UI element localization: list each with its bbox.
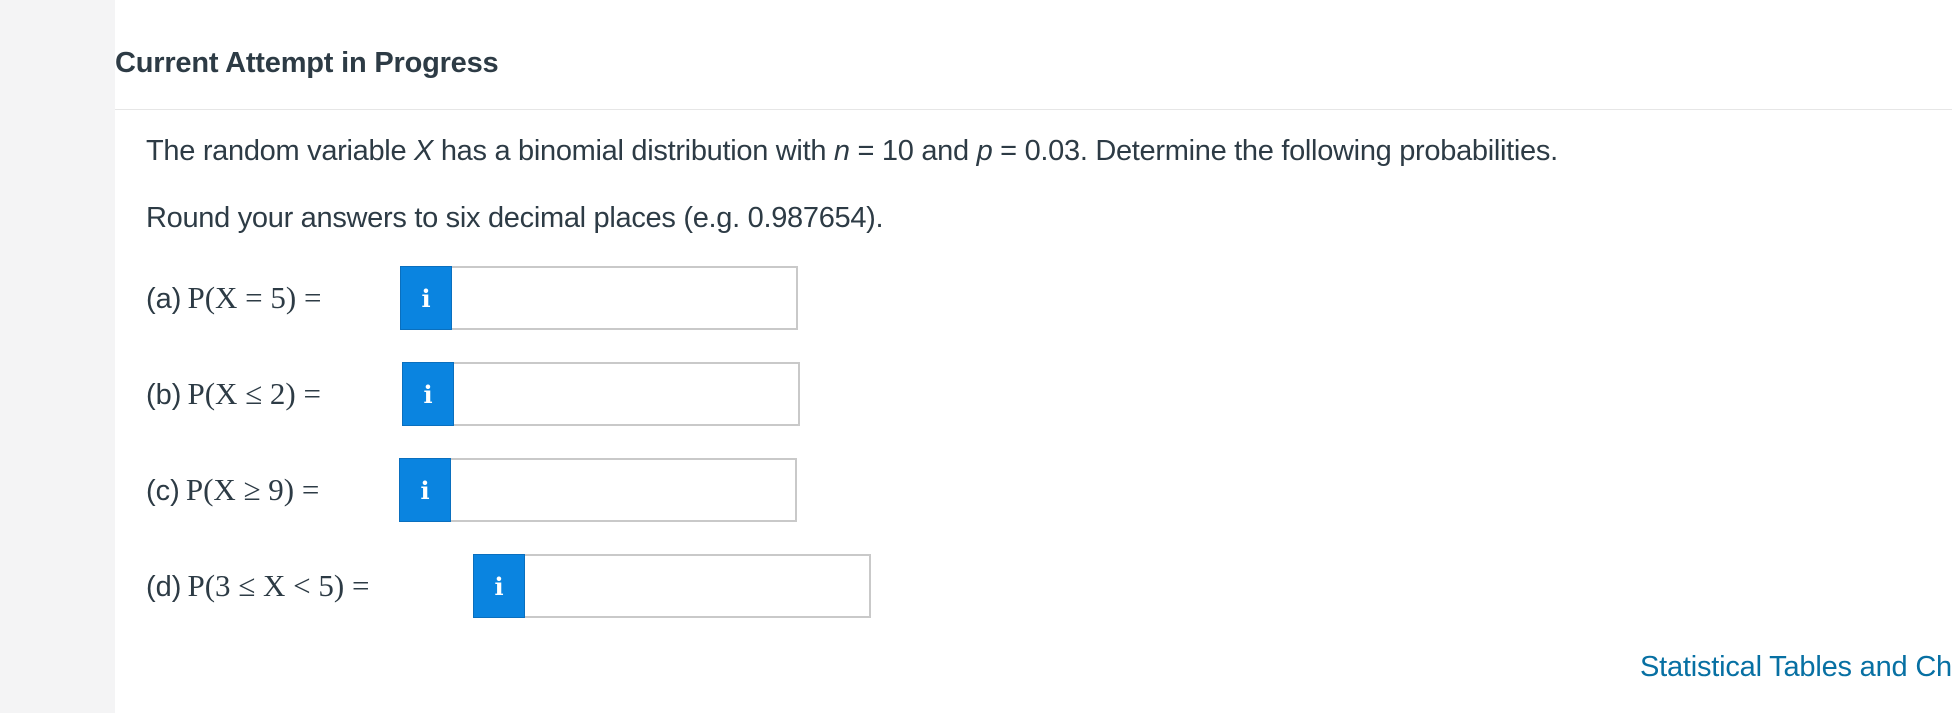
left-gutter (0, 0, 115, 713)
variable-n: n (833, 135, 850, 167)
part-b-label: (b) P(X ≤ 2) = (146, 376, 321, 412)
question-text-part4: = 0.03. Determine the following probabil… (992, 135, 1558, 167)
rounding-instruction: Round your answers to six decimal places… (146, 202, 884, 234)
part-d-row: (d) P(3 ≤ X < 5) = i (146, 554, 876, 620)
part-c-info-button[interactable]: i (399, 458, 451, 522)
page-title: Current Attempt in Progress (115, 47, 499, 79)
part-c-row: (c) P(X ≥ 9) = i (146, 458, 806, 524)
part-a-letter: (a) (146, 283, 182, 315)
question-text-part1: The random variable (146, 135, 415, 167)
part-a-row: (a) P(X = 5) = i (146, 266, 798, 332)
info-icon: i (423, 379, 433, 409)
part-a-expression: P(X = 5) = (187, 280, 322, 315)
question-text: The random variable X has a binomial dis… (146, 135, 1558, 168)
part-d-label: (d) P(3 ≤ X < 5) = (146, 568, 369, 604)
part-b-row: (b) P(X ≤ 2) = i (146, 362, 806, 428)
info-icon: i (494, 571, 504, 601)
part-a-answer-field[interactable] (452, 266, 798, 330)
part-b-info-button[interactable]: i (402, 362, 454, 426)
info-icon: i (420, 475, 430, 505)
part-a-info-button[interactable]: i (400, 266, 452, 330)
header-divider (115, 109, 1952, 110)
question-text-part2: has a binomial distribution with (433, 135, 834, 167)
variable-p: p (976, 135, 993, 167)
part-b-letter: (b) (146, 379, 182, 411)
part-c-expression: P(X ≥ 9) = (185, 472, 320, 507)
statistical-tables-link[interactable]: Statistical Tables and Ch (1640, 651, 1952, 684)
part-b-expression: P(X ≤ 2) = (187, 376, 321, 411)
part-d-expression: P(3 ≤ X < 5) = (187, 568, 370, 603)
part-d-answer-field[interactable] (525, 554, 871, 618)
info-icon: i (421, 283, 431, 313)
part-d-letter: (d) (146, 571, 182, 603)
part-a-label: (a) P(X = 5) = (146, 280, 321, 316)
part-d-info-button[interactable]: i (473, 554, 525, 618)
part-b-answer-field[interactable] (454, 362, 800, 426)
part-c-letter: (c) (146, 475, 180, 507)
variable-x: X (414, 135, 434, 167)
part-c-label: (c) P(X ≥ 9) = (146, 472, 319, 508)
part-c-answer-field[interactable] (451, 458, 797, 522)
question-text-part3: = 10 and (849, 135, 977, 167)
